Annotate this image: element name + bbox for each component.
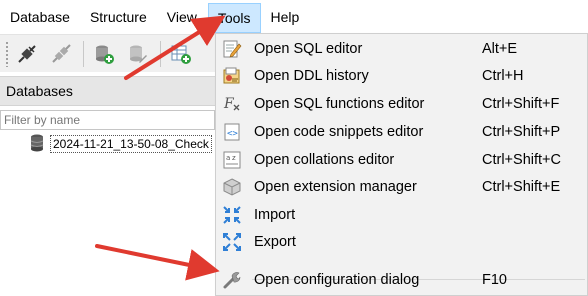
menu-item-label: Open DDL history	[254, 68, 369, 84]
collations-icon: az	[222, 150, 242, 170]
menu-item-open-ddl-history[interactable]: Open DDL history Ctrl+H	[216, 63, 587, 89]
import-icon	[222, 205, 242, 225]
toolbar-separator	[160, 40, 161, 67]
menu-view[interactable]: View	[157, 0, 205, 34]
tools-dropdown-menu: Open SQL editor Alt+E Open DDL history C…	[215, 33, 588, 296]
disconnect-icon[interactable]	[47, 40, 75, 68]
menu-item-shortcut: Ctrl+Shift+C	[482, 152, 561, 168]
menu-item-open-collations-editor[interactable]: az Open collations editor Ctrl+Shift+C	[216, 147, 587, 173]
arrow-to-configuration-item	[95, 244, 220, 281]
ddl-history-icon	[222, 66, 242, 86]
menu-item-shortcut: F10	[482, 272, 507, 288]
menu-item-label: Open collations editor	[254, 152, 395, 168]
svg-text:z: z	[232, 154, 236, 162]
sql-editor-icon	[222, 39, 242, 59]
menu-item-label: Import	[254, 207, 296, 223]
menu-item-export[interactable]: Export	[216, 229, 587, 255]
wrench-icon	[222, 270, 242, 290]
menu-item-label: Open code snippets editor	[254, 124, 424, 140]
menu-item-label: Export	[254, 234, 296, 250]
database-tree-item[interactable]: 2024-11-21_13-50-08_Check	[30, 134, 216, 154]
connect-icon[interactable]	[13, 40, 41, 68]
menu-database[interactable]: Database	[0, 0, 80, 34]
filter-input[interactable]: Filter by name	[0, 110, 215, 130]
menu-tools[interactable]: Tools	[207, 3, 261, 33]
menu-item-open-configuration-dialog[interactable]: Open configuration dialog F10	[216, 267, 587, 293]
extension-manager-icon	[222, 177, 242, 197]
menu-item-label: Open SQL functions editor	[254, 96, 425, 112]
svg-text:<>: <>	[227, 129, 238, 139]
menu-item-open-code-snippets-editor[interactable]: <> Open code snippets editor Ctrl+Shift+…	[216, 119, 587, 145]
menu-item-shortcut: Ctrl+Shift+F	[482, 96, 560, 112]
add-table-icon[interactable]	[167, 40, 195, 68]
svg-text:F: F	[223, 96, 235, 112]
menu-bar: Database Structure View Tools Help	[0, 0, 588, 34]
menu-item-label: Open SQL editor	[254, 41, 363, 57]
edit-database-icon[interactable]	[124, 40, 152, 68]
menu-item-open-sql-functions-editor[interactable]: F Open SQL functions editor Ctrl+Shift+F	[216, 91, 587, 117]
menu-help[interactable]: Help	[261, 0, 310, 34]
toolbar	[0, 34, 215, 72]
toolbar-separator	[83, 40, 84, 67]
menu-item-open-sql-editor[interactable]: Open SQL editor Alt+E	[216, 36, 587, 62]
menu-item-shortcut: Ctrl+Shift+P	[482, 124, 561, 140]
databases-panel-header: Databases	[0, 76, 215, 106]
svg-text:a: a	[226, 154, 230, 162]
sql-functions-icon: F	[222, 94, 242, 114]
menu-structure[interactable]: Structure	[80, 0, 157, 34]
export-icon	[222, 232, 242, 252]
menu-item-import[interactable]: Import	[216, 202, 587, 228]
menu-item-shortcut: Ctrl+Shift+E	[482, 179, 561, 195]
menu-item-label: Open configuration dialog	[254, 272, 420, 288]
menu-item-shortcut: Ctrl+H	[482, 68, 524, 84]
add-database-icon[interactable]	[90, 40, 118, 68]
database-icon	[30, 134, 44, 155]
menu-item-open-extension-manager[interactable]: Open extension manager Ctrl+Shift+E	[216, 174, 587, 200]
menu-item-label: Open extension manager	[254, 179, 417, 195]
menu-item-shortcut: Alt+E	[482, 41, 518, 57]
toolbar-grip[interactable]	[5, 40, 9, 67]
code-snippets-icon: <>	[222, 122, 242, 142]
database-label: 2024-11-21_13-50-08_Check	[50, 135, 212, 153]
